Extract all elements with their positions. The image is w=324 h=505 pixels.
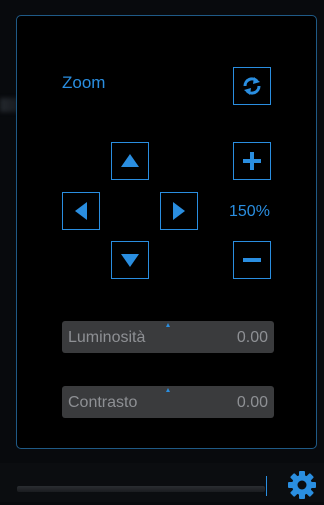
reset-zoom-button[interactable] [233,67,271,105]
arrow-left-icon [75,202,87,220]
plus-icon [243,152,261,170]
settings-button[interactable] [287,470,317,500]
contrast-slider-thumb[interactable] [166,388,170,392]
zoom-level-value: 150% [229,203,270,220]
refresh-icon [243,77,261,95]
horizontal-scrollbar[interactable] [17,486,265,492]
brightness-slider-thumb[interactable] [166,323,170,327]
arrow-right-icon [173,202,185,220]
pan-right-button[interactable] [160,192,198,230]
toolbar-divider [266,476,267,496]
zoom-out-button[interactable] [233,241,271,279]
bottom-toolbar [0,463,324,502]
contrast-label: Contrasto [68,394,138,411]
zoom-in-button[interactable] [233,142,271,180]
arrow-up-icon [121,154,139,167]
brightness-label: Luminosità [68,329,146,346]
contrast-value: 0.00 [236,394,268,411]
brightness-value: 0.00 [236,329,268,346]
gear-icon [288,471,316,499]
pan-left-button[interactable] [62,192,100,230]
minus-icon [243,258,261,262]
brightness-slider[interactable]: Luminosità 0.00 [62,321,274,353]
pan-down-button[interactable] [111,241,149,279]
pan-up-button[interactable] [111,142,149,180]
contrast-slider[interactable]: Contrasto 0.00 [62,386,274,418]
arrow-down-icon [121,254,139,267]
zoom-label: Zoom [62,73,106,92]
